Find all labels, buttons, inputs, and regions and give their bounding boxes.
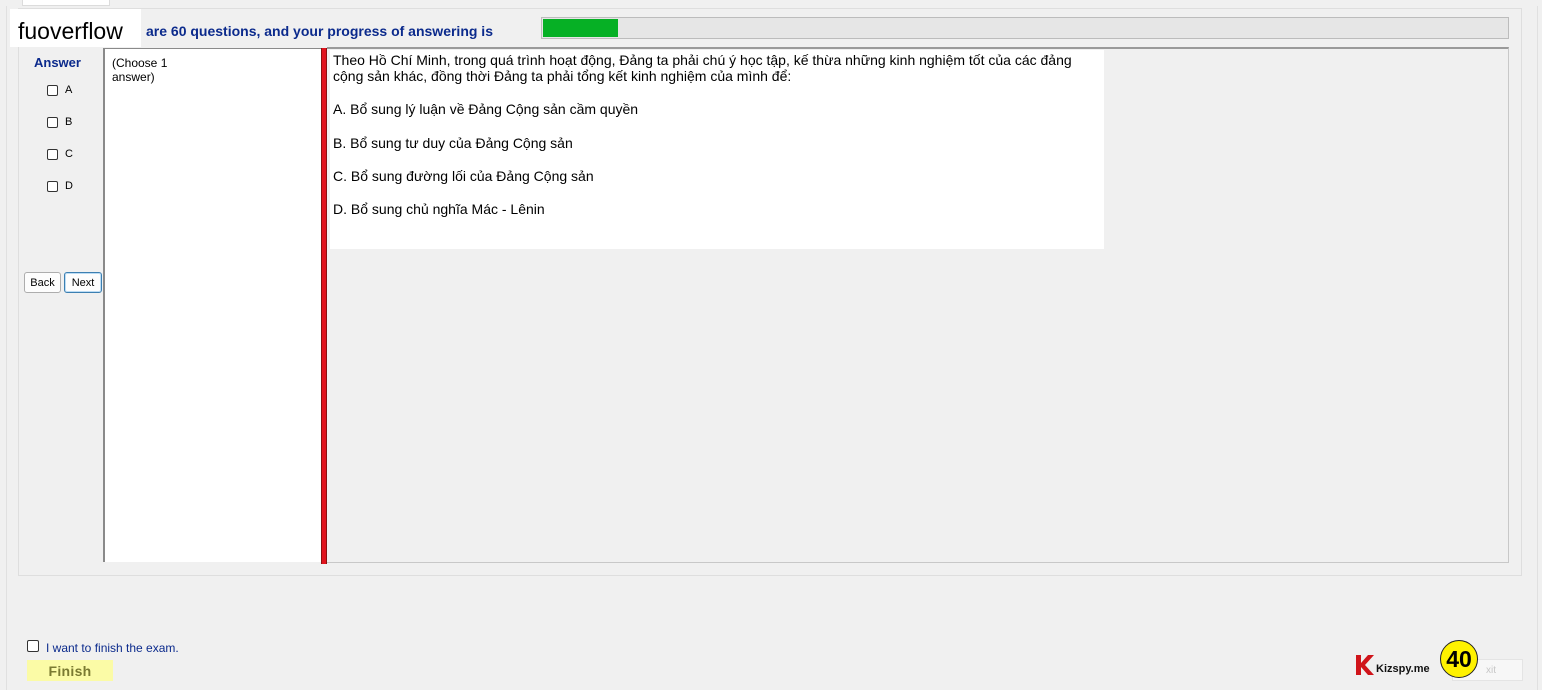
question-option-b: B. Bổ sung tư duy của Đảng Cộng sản [333,135,573,151]
brand-text: Kizspy.me [1376,663,1430,675]
next-button[interactable]: Next [64,272,102,293]
progress-text: are 60 questions, and your progress of a… [146,23,493,39]
back-button[interactable]: Back [24,272,61,293]
question-stem: Theo Hồ Chí Minh, trong quá trình hoạt đ… [333,52,1072,84]
checkbox-icon[interactable] [47,84,58,96]
checkbox-icon[interactable] [47,116,58,128]
answer-option-label: B [65,116,73,128]
answer-option-a[interactable]: A [47,82,72,98]
choose-hint-panel: (Choose 1 answer) [103,48,322,562]
answer-title: Answer [34,55,81,70]
finish-checkbox-label[interactable]: I want to finish the exam. [46,641,179,655]
checkbox-icon[interactable] [47,180,58,192]
question-box: Theo Hồ Chí Minh, trong quá trình hoạt đ… [330,50,1104,249]
question-option-d: D. Bổ sung chủ nghĩa Mác - Lênin [333,201,545,217]
progress-bar [541,17,1509,39]
k-logo-icon [1356,655,1374,675]
timer-badge: 40 [1440,640,1478,678]
choose-hint: (Choose 1 answer) [112,56,168,84]
progress-bar-fill [543,19,619,37]
finish-checkbox[interactable] [27,640,39,652]
watermark: fuoverflow [10,9,141,47]
brand-logo: Kizspy.me [1354,653,1430,677]
answer-option-label: A [65,84,73,96]
answer-option-b[interactable]: B [47,114,72,130]
answer-option-label: D [65,180,73,192]
question-option-c: C. Bổ sung đường lối của Đảng Cộng sản [333,168,594,184]
answer-option-label: C [65,148,73,160]
answer-option-d[interactable]: D [47,178,73,194]
checkbox-icon[interactable] [47,148,58,160]
answer-option-c[interactable]: C [47,146,73,162]
finish-button[interactable]: Finish [27,660,113,681]
question-option-a: A. Bổ sung lý luận về Đảng Cộng sản cầm … [333,101,639,117]
